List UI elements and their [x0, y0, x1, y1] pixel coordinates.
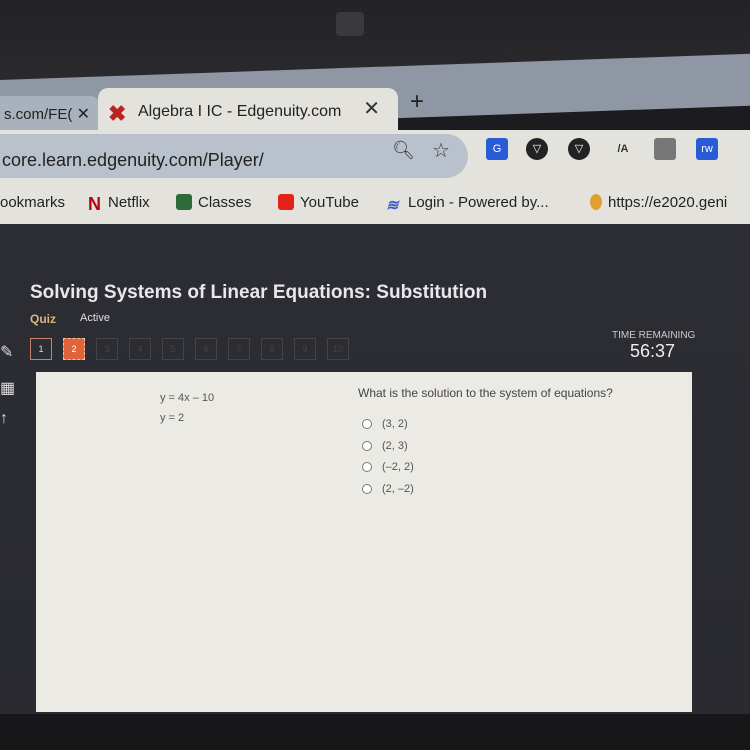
radio-button[interactable] — [362, 419, 372, 429]
rw-extension-icon[interactable]: rw — [696, 138, 718, 160]
bookmark-login[interactable]: ≋ Login - Powered by... — [386, 194, 549, 214]
time-remaining-value: 56:37 — [630, 341, 676, 361]
equation: y = 2 — [160, 412, 185, 424]
option-label: (–2, 2) — [382, 461, 414, 473]
bookmark-label: Login - Powered by... — [408, 194, 549, 211]
radio-button[interactable] — [362, 462, 372, 472]
bookmark-classes[interactable]: Classes — [176, 194, 251, 211]
bookmarks-bar: ookmarks N Netflix Classes YouTube ≋ Login… — [0, 182, 750, 224]
extension-3-icon[interactable]: ▽ — [568, 138, 590, 160]
answer-option[interactable]: (–2, 2) — [362, 461, 414, 473]
edgenuity-x-icon: ✖ — [108, 101, 127, 126]
question-button[interactable]: 9 — [294, 338, 316, 360]
tab-title: s.com/FE( — [4, 106, 73, 123]
webcam — [336, 12, 364, 36]
login-icon: ≋ — [386, 197, 399, 214]
edgenuity-player: Solving Systems of Linear Equations: Sub… — [0, 224, 750, 750]
radio-button[interactable] — [362, 484, 372, 494]
question-navigator: 1 2 3 4 5 6 7 8 9 10 — [30, 338, 349, 360]
bookmark-label: Classes — [198, 194, 252, 211]
option-label: (2, –2) — [382, 483, 414, 495]
bookmark-e2020[interactable]: https://e2020.geni — [590, 194, 727, 211]
pencil-icon[interactable]: ✎ — [0, 342, 13, 362]
question-button[interactable]: 1 — [30, 338, 52, 360]
question-button[interactable]: 5 — [162, 338, 184, 360]
lightbulb-icon — [590, 194, 602, 210]
question-button-current[interactable]: 2 — [63, 338, 85, 360]
netflix-icon: N — [88, 194, 101, 214]
classroom-icon — [176, 194, 192, 210]
bookmark-netflix[interactable]: N Netflix — [88, 194, 150, 214]
question-button[interactable]: 8 — [261, 338, 283, 360]
answer-option[interactable]: (3, 2) — [362, 418, 408, 430]
question-panel: y = 4x – 10 y = 2 What is the solution t… — [36, 372, 692, 712]
lesson-title: Solving Systems of Linear Equations: Sub… — [30, 282, 488, 303]
arrow-up-icon[interactable]: ↑ — [0, 410, 8, 428]
extension-4-icon[interactable]: /A — [612, 138, 634, 160]
activity-type: Quiz — [30, 312, 56, 326]
youtube-icon — [278, 194, 294, 210]
bookmark-label: https://e2020.geni — [608, 194, 728, 211]
question-button[interactable]: 6 — [195, 338, 217, 360]
extension-2-icon[interactable]: ▽ — [526, 138, 548, 160]
question-button[interactable]: 10 — [327, 338, 349, 360]
question-prompt: What is the solution to the system of eq… — [358, 386, 613, 400]
google-translate-extension[interactable]: G — [486, 138, 508, 160]
time-remaining-label: TIME REMAINING — [612, 330, 696, 341]
option-label: (3, 2) — [382, 418, 408, 430]
question-button[interactable]: 3 — [96, 338, 118, 360]
bookmark-label: YouTube — [300, 194, 359, 211]
monitor-bottom-bezel — [0, 714, 750, 750]
answer-option[interactable]: (2, 3) — [362, 440, 408, 452]
url-text[interactable]: core.learn.edgenuity.com/Player/ — [2, 150, 264, 171]
extension-5-icon[interactable] — [654, 138, 676, 160]
zoom-icon[interactable]: 🔍︎ — [392, 140, 415, 161]
equation: y = 4x – 10 — [160, 392, 215, 404]
bookmark-label: Netflix — [108, 194, 150, 211]
option-label: (2, 3) — [382, 440, 408, 452]
tab-close-icon[interactable]: ✕ — [77, 104, 90, 124]
bookmark-star-icon[interactable]: ☆ — [432, 138, 450, 163]
radio-button[interactable] — [362, 441, 372, 451]
tab-title: Algebra I IC - Edgenuity.com — [138, 103, 342, 120]
tab-close-icon[interactable]: ✕ — [363, 96, 380, 121]
new-tab-button[interactable]: + — [410, 88, 424, 116]
tab-active[interactable]: ✖ Algebra I IC - Edgenuity.com ✕ — [98, 88, 398, 136]
bookmarks-label[interactable]: ookmarks — [0, 194, 65, 211]
address-bar[interactable]: core.learn.edgenuity.com/Player/ 🔍︎ ☆ — [0, 134, 468, 178]
activity-status: Active — [80, 312, 110, 324]
bookmark-youtube[interactable]: YouTube — [278, 194, 359, 211]
question-button[interactable]: 7 — [228, 338, 250, 360]
calculator-icon[interactable]: ▦ — [0, 378, 15, 398]
question-button[interactable]: 4 — [129, 338, 151, 360]
answer-option[interactable]: (2, –2) — [362, 483, 414, 495]
